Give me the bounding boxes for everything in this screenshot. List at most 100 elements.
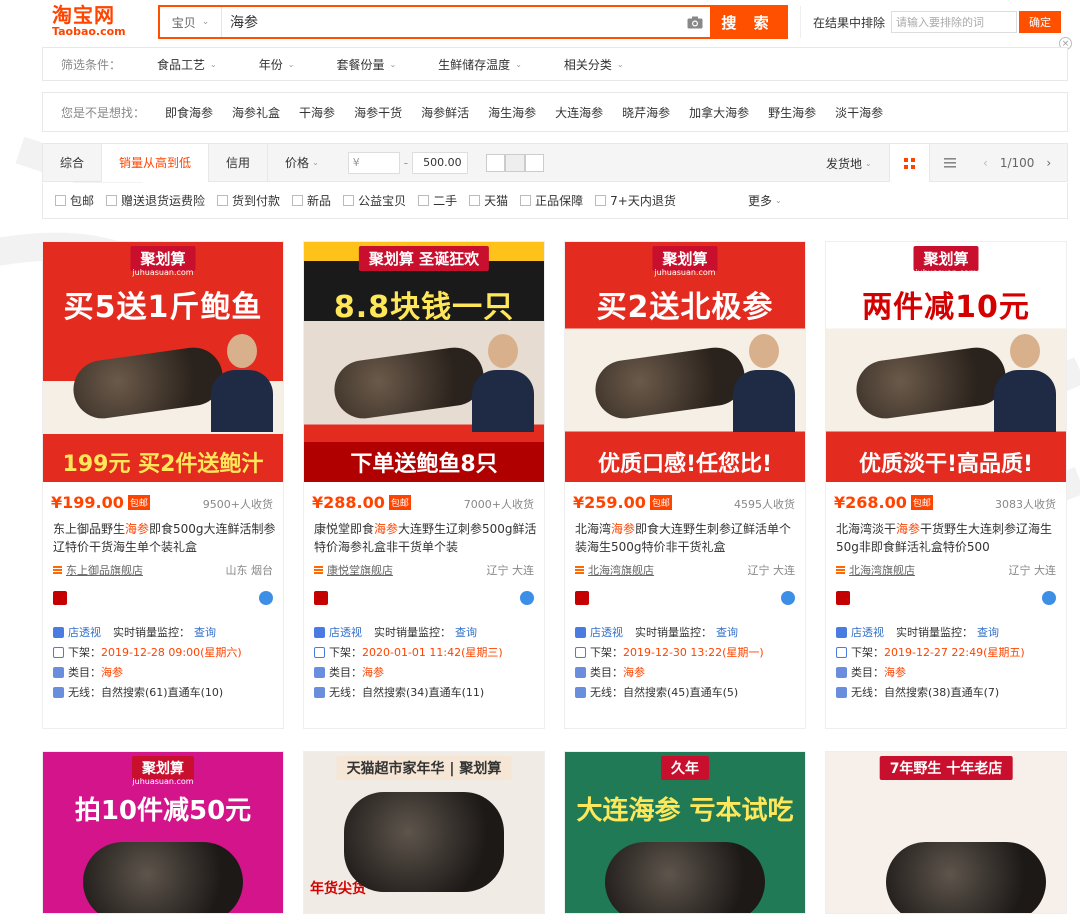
direct-count: 直通车(5) [689, 686, 739, 699]
check-secondhand[interactable]: 二手 [418, 192, 457, 209]
suggestion-link[interactable]: 海生海参 [488, 104, 536, 121]
check-charity[interactable]: 公益宝贝 [343, 192, 406, 209]
wangwang-chat-icon[interactable] [781, 591, 795, 605]
tab-sales[interactable]: 销量从高到低 [102, 143, 210, 182]
filter-year[interactable]: 年份 ⌄ [259, 56, 295, 73]
product-card[interactable]: 聚划算 圣诞狂欢 8.8块钱一只 下单送鲍鱼8只 ¥288.00 包邮 7000+… [303, 241, 545, 729]
product-title[interactable]: 北海湾淡干海参干货野生大连刺参辽海生50g非即食鲜活礼盒特价500 [836, 520, 1061, 556]
product-image[interactable]: 聚划算 juhuasuan.com 买2送北极参 优质口感!任您比! [565, 242, 805, 482]
prev-page-icon[interactable]: ‹ [983, 156, 988, 170]
product-card[interactable]: 聚划算 juhuasuan.com 两件减10元 优质淡干!高品质! ¥268.… [825, 241, 1067, 729]
suggestion-link[interactable]: 晓芹海参 [622, 104, 670, 121]
filter-food-process[interactable]: 食品工艺 ⌄ [157, 56, 217, 73]
check-cod[interactable]: 货到付款 [217, 192, 280, 209]
grid-view-icon[interactable] [889, 144, 929, 182]
check-return-insurance[interactable]: 赠送退货运费险 [106, 192, 205, 209]
wangwang-chat-icon[interactable] [1042, 591, 1056, 605]
exclude-input[interactable]: 请输入要排除的词 [891, 11, 1018, 33]
exclude-confirm-button[interactable]: 确定 [1019, 11, 1062, 33]
check-new[interactable]: 新品 [292, 192, 331, 209]
product-title[interactable]: 东上御品野生海参即食500g大连鲜活制参辽特价干货海生单个装礼盒 [53, 520, 278, 556]
shop-name: 北海湾旗舰店 [849, 564, 915, 577]
tmall-icon[interactable] [314, 591, 328, 605]
clock-icon [836, 646, 847, 658]
query-link[interactable]: 查询 [977, 624, 999, 640]
store-perspective-link[interactable]: 店透视 [590, 624, 623, 640]
check-7day-return[interactable]: 7+天内退货 [595, 192, 676, 209]
sales-count: 4595人收货 [734, 498, 795, 511]
tool-row: 下架： 2019-12-28 09:00(星期六) [53, 642, 283, 662]
product-card[interactable]: 7年野生 十年老店 [825, 751, 1067, 914]
taobao-logo[interactable]: 淘宝网 Taobao.com [52, 4, 142, 40]
sea-cucumber-shape [605, 842, 765, 913]
shop-link[interactable]: 康悦堂旗舰店 [314, 562, 393, 578]
category-value[interactable]: 海参 [101, 664, 123, 680]
store-perspective-link[interactable]: 店透视 [68, 624, 101, 640]
wangwang-chat-icon[interactable] [259, 591, 273, 605]
shop-link[interactable]: 东上御品旗舰店 [53, 562, 143, 578]
tmall-icon[interactable] [575, 591, 589, 605]
suggestion-link[interactable]: 野生海参 [768, 104, 816, 121]
search-button[interactable]: 搜 索 [710, 7, 786, 37]
store-perspective-link[interactable]: 店透视 [851, 624, 884, 640]
filter-category[interactable]: 相关分类 ⌄ [564, 56, 624, 73]
list-view-icon[interactable] [929, 144, 969, 182]
price-range-toggle[interactable] [486, 153, 545, 172]
promo-banner: 天猫超市家年华 | 聚划算 [336, 756, 512, 780]
check-free-shipping[interactable]: 包邮 [55, 192, 94, 209]
free-shipping-badge: 包邮 [388, 495, 411, 510]
wangwang-chat-icon[interactable] [520, 591, 534, 605]
suit-shape [994, 370, 1056, 432]
natural-search-count: 自然搜索(38) [884, 686, 951, 699]
store-perspective-link[interactable]: 店透视 [329, 624, 362, 640]
check-tmall[interactable]: 天猫 [469, 192, 508, 209]
suggestion-link[interactable]: 干海参 [299, 104, 335, 121]
category-value[interactable]: 海参 [884, 664, 906, 680]
tab-price[interactable]: 价格 ⌄ [268, 144, 336, 182]
product-card[interactable]: 天猫超市家年华 | 聚划算 年货尖货 [303, 751, 545, 914]
product-image[interactable]: 聚划算 圣诞狂欢 8.8块钱一只 下单送鲍鱼8只 [304, 242, 544, 482]
camera-icon[interactable] [680, 7, 710, 37]
query-link[interactable]: 查询 [455, 624, 477, 640]
product-card[interactable]: 聚划算 juhuasuan.com 买2送北极参 优质口感!任您比! ¥259.… [564, 241, 806, 729]
filter-storage-temp[interactable]: 生鲜储存温度 ⌄ [438, 56, 522, 73]
promo-footer: 下单送鲍鱼8只 [304, 442, 544, 482]
suggestion-link[interactable]: 海参干货 [354, 104, 402, 121]
next-page-icon[interactable]: › [1046, 156, 1051, 170]
product-card[interactable]: 聚划算 juhuasuan.com 买5送1斤鲍鱼 199元 买2件送鲍汁 ¥1… [42, 241, 284, 729]
tab-default[interactable]: 综合 [43, 143, 103, 182]
suggestion-link[interactable]: 加拿大海参 [689, 104, 749, 121]
product-card[interactable]: 聚划算 juhuasuan.com 拍10件减50元 [42, 751, 284, 914]
search-input[interactable]: 海参 [222, 7, 680, 37]
product-title[interactable]: 北海湾海参即食大连野生刺参辽鲜活单个装海生500g特价非干货礼盒 [575, 520, 800, 556]
product-price: ¥259.00 包邮 [573, 493, 672, 512]
more-filters-button[interactable]: 更多 ⌄ [748, 192, 782, 209]
price-min-input[interactable]: ¥ [347, 151, 400, 174]
tmall-icon[interactable] [53, 591, 67, 605]
category-value[interactable]: 海参 [623, 664, 645, 680]
product-image[interactable]: 聚划算 juhuasuan.com 买5送1斤鲍鱼 199元 买2件送鲍汁 [43, 242, 283, 482]
title-keyword: 海参 [374, 522, 399, 536]
tmall-icon[interactable] [836, 591, 850, 605]
title-keyword: 海参 [896, 522, 921, 536]
suggestion-link[interactable]: 海参鲜活 [421, 104, 469, 121]
checkbox-row: 包邮 赠送退货运费险 货到付款 新品 公益宝贝 二手 天猫 正品保障 7+天内退… [42, 183, 1068, 219]
query-link[interactable]: 查询 [716, 624, 738, 640]
suggestion-link[interactable]: 海参礼盒 [232, 104, 280, 121]
price-max-input[interactable]: 500.00 [412, 151, 469, 174]
tab-credit[interactable]: 信用 [209, 143, 269, 182]
shop-link[interactable]: 北海湾旗舰店 [836, 562, 915, 578]
shop-link[interactable]: 北海湾旗舰店 [575, 562, 654, 578]
filter-package[interactable]: 套餐份量 ⌄ [336, 56, 396, 73]
product-title[interactable]: 康悦堂即食海参大连野生辽刺参500g鲜活特价海参礼盒非干货单个装 [314, 520, 539, 556]
suggestion-link[interactable]: 淡干海参 [835, 104, 883, 121]
product-image[interactable]: 聚划算 juhuasuan.com 两件减10元 优质淡干!高品质! [826, 242, 1066, 482]
query-link[interactable]: 查询 [194, 624, 216, 640]
product-card[interactable]: 久年 大连海参 亏本试吃 [564, 751, 806, 914]
suggestion-link[interactable]: 即食海参 [165, 104, 213, 121]
category-value[interactable]: 海参 [362, 664, 384, 680]
search-category-select[interactable]: 宝贝 ⌄ [160, 7, 222, 37]
check-genuine[interactable]: 正品保障 [520, 192, 583, 209]
suggestion-link[interactable]: 大连海参 [555, 104, 603, 121]
ship-from-select[interactable]: 发货地 ⌄ [826, 144, 872, 182]
